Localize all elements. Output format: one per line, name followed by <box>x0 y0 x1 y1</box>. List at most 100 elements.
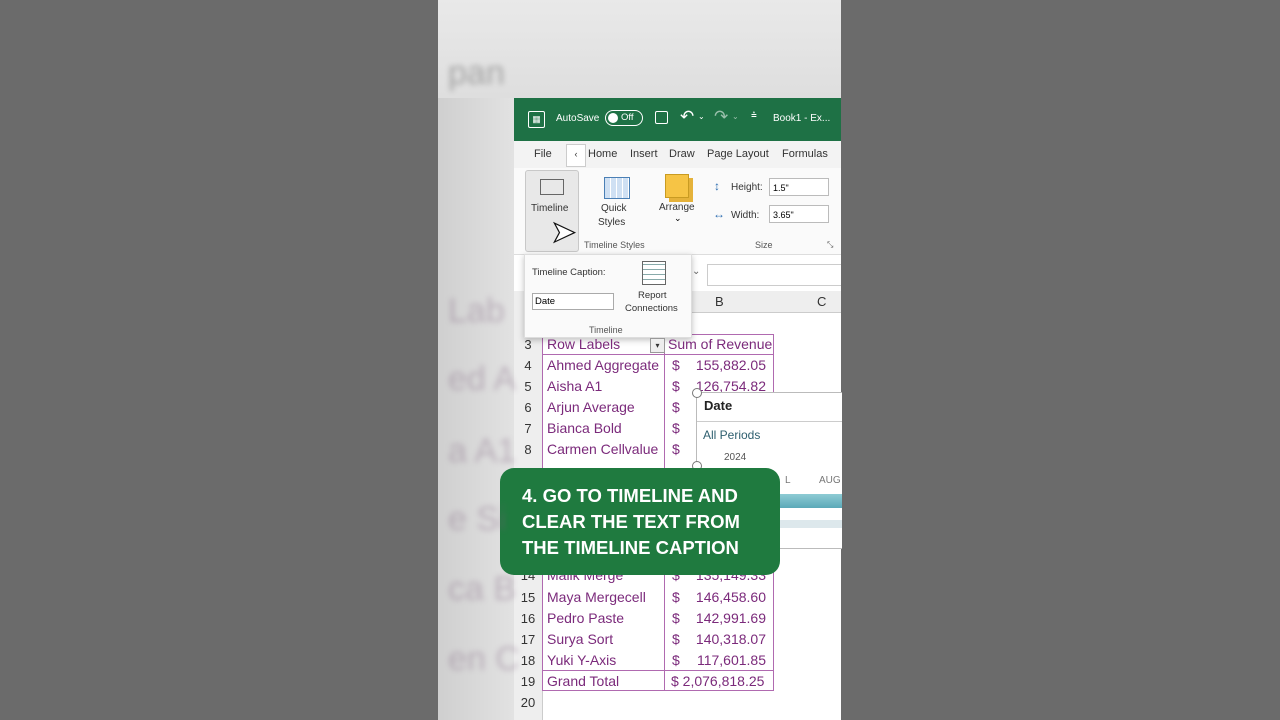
pivot-row-label: Bianca Bold <box>547 420 622 436</box>
quick-styles-label[interactable]: Quick <box>601 203 627 214</box>
customize-qat-icon[interactable]: ⩮ <box>751 110 757 121</box>
currency-symbol: $ <box>672 399 680 415</box>
redo-dropdown-icon[interactable]: ⌄ <box>732 112 739 121</box>
pivot-row-value: 142,991.69 <box>695 610 766 626</box>
row-labels-filter-button[interactable]: ▾ <box>650 338 665 353</box>
height-icon: ↕ <box>714 179 720 193</box>
redo-icon[interactable]: ↷ <box>714 107 728 127</box>
tab-file[interactable]: File <box>534 148 552 160</box>
backdrop-ghost-text: pan <box>448 54 505 92</box>
report-connections-label[interactable]: Report <box>638 290 667 301</box>
blurred-backdrop-left <box>0 0 438 720</box>
timeline-styles-group-label: Timeline Styles <box>584 240 645 250</box>
timeline-month-label: AUG <box>819 475 841 486</box>
timeline-group-label: Timeline <box>589 325 623 335</box>
timeline-settings-icon <box>540 179 564 195</box>
grand-total-value: $ 2,076,818.25 <box>671 673 765 689</box>
quick-styles-icon[interactable] <box>604 177 630 199</box>
tab-draw[interactable]: Draw <box>669 148 695 160</box>
report-connections-icon[interactable] <box>642 261 666 285</box>
tab-home[interactable]: Home <box>588 148 617 160</box>
timeline-caption-label: Timeline Caption: <box>532 267 606 278</box>
title-bar: ▦ AutoSave Off ↶ ⌄ ↷ ⌄ ⩮ Book1 - Ex... <box>514 98 841 141</box>
autosave-label: AutoSave <box>556 113 600 124</box>
width-label: Width: <box>731 210 760 221</box>
row-number: 15 <box>520 590 536 605</box>
row-number: 5 <box>524 379 532 394</box>
slicer-title: Date <box>704 398 733 413</box>
save-icon[interactable] <box>655 111 668 124</box>
currency-symbol: $ <box>672 631 680 647</box>
scroll-tabs-left-button[interactable]: ‹ <box>566 144 586 167</box>
height-input[interactable]: 1.5" <box>769 178 829 196</box>
width-input[interactable]: 3.65" <box>769 205 829 223</box>
timeline-caption-input[interactable]: Date <box>532 293 614 310</box>
width-icon: ↔ <box>713 207 725 221</box>
excel-logo-icon: ▦ <box>528 111 545 128</box>
pivot-header-underline <box>542 354 774 355</box>
grand-total-label: Grand Total <box>547 673 620 689</box>
backdrop-ghost-text: a A1 <box>448 432 517 470</box>
toggle-state: Off <box>621 112 634 123</box>
blurred-backdrop-right <box>841 0 1280 720</box>
size-launcher-icon[interactable]: ⤡ <box>827 240 833 250</box>
autosave-toggle[interactable]: Off <box>605 110 643 126</box>
pivot-row-label: Maya Mergecell <box>547 589 646 605</box>
timeline-year-label: 2024 <box>724 452 747 463</box>
arrange-dropdown-icon[interactable]: ⌄ <box>674 213 682 224</box>
arrange-icon[interactable] <box>665 174 689 198</box>
row-number: 7 <box>524 421 532 436</box>
tab-page-layout[interactable]: Page Layout <box>707 148 769 160</box>
currency-symbol: $ <box>672 357 680 373</box>
ribbon: Timeline ➤ Quick Styles Timeline Styles … <box>514 168 841 255</box>
pivot-row-label: Arjun Average <box>547 399 635 415</box>
column-c-header[interactable]: C <box>817 294 826 309</box>
pivot-row-label: Ahmed Aggregate <box>547 357 660 373</box>
slicer-title-divider <box>697 421 842 422</box>
pivot-total-line <box>542 670 774 671</box>
pivot-row-label: Aisha A1 <box>547 378 603 394</box>
pivot-row-value: 155,882.05 <box>695 357 766 373</box>
backdrop-ghost-text: Lab <box>448 292 505 330</box>
currency-symbol: $ <box>672 652 680 668</box>
currency-symbol: $ <box>672 378 680 394</box>
currency-symbol: $ <box>672 420 680 436</box>
size-group-label: Size <box>755 240 773 250</box>
slicer-handle-icon[interactable] <box>692 388 702 398</box>
report-connections-label-2[interactable]: Connections <box>625 303 678 314</box>
pivot-row-label: Surya Sort <box>547 631 614 647</box>
row-number: 20 <box>520 695 536 710</box>
screen-backdrop-left <box>438 98 514 720</box>
quick-styles-label-2[interactable]: Styles <box>598 217 625 228</box>
row-labels-header: Row Labels <box>547 336 621 352</box>
row-number: 6 <box>524 400 532 415</box>
backdrop-ghost-text: ca B <box>448 570 517 608</box>
tab-formulas[interactable]: Formulas <box>782 148 828 160</box>
column-b-header[interactable]: B <box>715 294 724 309</box>
backdrop-ghost-text: ed A <box>448 360 517 398</box>
undo-dropdown-icon[interactable]: ⌄ <box>698 112 705 121</box>
ribbon-tabs: File ‹ Home Insert Draw Page Layout Form… <box>514 141 841 168</box>
pivot-row-label: Yuki Y-Axis <box>547 652 617 668</box>
name-box-dropdown[interactable]: ⌄ <box>692 266 700 277</box>
pivot-row-label: Pedro Paste <box>547 610 625 626</box>
tab-insert[interactable]: Insert <box>630 148 658 160</box>
tutorial-caption: 4. GO TO TIMELINE AND CLEAR THE TEXT FRO… <box>500 468 780 575</box>
currency-symbol: $ <box>672 589 680 605</box>
height-label: Height: <box>731 182 763 193</box>
arrange-label[interactable]: Arrange <box>659 202 695 213</box>
timeline-caption-panel: Timeline Caption: Date Report Connection… <box>524 254 692 338</box>
mouse-cursor-icon: ➤ <box>550 216 577 249</box>
workbook-title: Book1 - Ex... <box>773 113 831 124</box>
undo-icon[interactable]: ↶ <box>680 107 694 127</box>
caption-line: THE TIMELINE CAPTION <box>522 537 739 558</box>
timeline-month-label: L <box>785 475 791 486</box>
backdrop-ghost-text: e Si <box>448 500 507 538</box>
timeline-button[interactable]: Timeline ➤ <box>525 170 579 252</box>
all-periods-label: All Periods <box>703 428 761 442</box>
pivot-row-value: 117,601.85 <box>696 652 766 668</box>
caption-line: 4. GO TO TIMELINE AND <box>522 485 738 506</box>
pivot-row-label: Carmen Cellvalue <box>547 441 659 457</box>
currency-symbol: $ <box>672 610 680 626</box>
formula-bar[interactable] <box>707 264 841 286</box>
